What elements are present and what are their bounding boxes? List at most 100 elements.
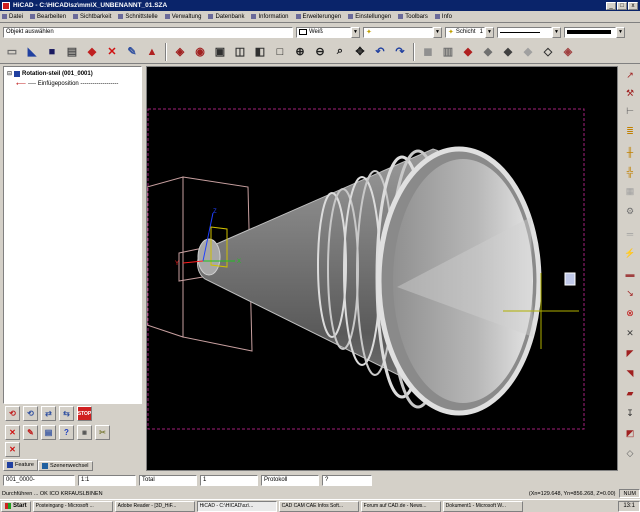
menu-datenbank[interactable]: Datenbank <box>208 14 244 20</box>
part-icon[interactable]: ◆ <box>83 43 101 61</box>
query-field[interactable]: ? <box>322 474 372 486</box>
feature-list-icon[interactable]: ▤ <box>41 425 56 440</box>
tool-pipe-icon[interactable]: ═ <box>622 226 638 241</box>
tool-rotate-icon[interactable]: ◇ <box>622 446 638 461</box>
tool-bar-icon[interactable]: ▬ <box>622 266 638 281</box>
maximize-button[interactable]: □ <box>617 1 627 10</box>
start-button[interactable]: Start <box>1 500 31 512</box>
tool-shape-icon[interactable]: ◤ <box>622 346 638 361</box>
feature-move-icon[interactable]: ⇄ <box>41 406 56 421</box>
expand-icon[interactable]: ⊟ <box>7 70 12 77</box>
menu-sichtbarkeit[interactable]: Sichtbarkeit <box>73 14 111 20</box>
menu-bearbeiten[interactable]: Bearbeiten <box>30 14 66 20</box>
open-icon[interactable]: ◣ <box>23 43 41 61</box>
menu-verwaltung[interactable]: Verwaltung <box>164 14 201 20</box>
part-field[interactable]: 001_0000- <box>3 474 75 486</box>
cube-red-icon[interactable]: ◆ <box>459 43 477 61</box>
view-3d-icon[interactable]: ◈ <box>171 43 189 61</box>
help-icon[interactable]: ? <box>59 425 74 440</box>
tool-measure-icon[interactable]: ⊢ <box>622 104 638 119</box>
view-top-icon[interactable]: ◫ <box>231 43 249 61</box>
menu-datei[interactable]: Datei <box>2 14 23 20</box>
menu-toolbars[interactable]: Toolbars <box>398 14 428 20</box>
solid-icon[interactable]: ▲ <box>143 43 161 61</box>
feature-list-delete-icon[interactable]: ✕ <box>5 442 20 457</box>
scale-field[interactable]: 1:1 <box>78 474 136 486</box>
feature-red-icon[interactable]: ⟲ <box>5 406 20 421</box>
cube-gray-icon[interactable]: ◆ <box>479 43 497 61</box>
tool-weld-icon[interactable]: ⚡ <box>622 246 638 261</box>
tool-profile-icon[interactable]: ◥ <box>622 366 638 381</box>
stop-icon[interactable]: STOP <box>77 406 92 421</box>
cube-dark-icon[interactable]: ◆ <box>499 43 517 61</box>
layer-dropdown[interactable]: ✦ Schicht 1 ▼ <box>445 26 494 38</box>
tool-bend-icon[interactable]: ↘ <box>622 286 638 301</box>
new-icon[interactable]: ▭ <box>3 43 21 61</box>
tool-arrow-icon[interactable]: ↧ <box>622 406 638 421</box>
task-word[interactable]: Dokument1 - Microsoft W... <box>442 500 523 512</box>
menu-erweiterungen[interactable]: Erweiterungen <box>295 14 341 20</box>
feature-doc-icon[interactable]: ▦ <box>77 425 92 440</box>
task-adobe-reader[interactable]: Adobe Reader - [3D_HiF... <box>114 500 195 512</box>
menu-einstellungen[interactable]: Einstellungen <box>348 14 391 20</box>
tool-target-icon[interactable]: ⊗ <box>622 306 638 321</box>
linetype-dropdown[interactable]: ▼ <box>497 26 561 38</box>
zoom-out-icon[interactable]: ⊖ <box>311 43 329 61</box>
tab-szenenwechsel[interactable]: Szenenwechsel <box>37 461 93 471</box>
tool-grid-icon[interactable]: ╬ <box>622 164 638 179</box>
delete-icon[interactable]: ✕ <box>103 43 121 61</box>
menu-info[interactable]: Info <box>434 14 452 20</box>
pan-icon[interactable]: ✥ <box>351 43 369 61</box>
viewport-canvas[interactable]: X Z Y <box>147 67 618 471</box>
mode-field[interactable]: Total <box>139 474 197 486</box>
task-cad-forum[interactable]: Forum auf CAD.de - News... <box>360 500 441 512</box>
view-side-icon[interactable]: ◧ <box>251 43 269 61</box>
menu-information[interactable]: Information <box>251 14 289 20</box>
save-icon[interactable]: ■ <box>43 43 61 61</box>
redo-icon[interactable]: ↷ <box>391 43 409 61</box>
shade-icon[interactable]: ◼ <box>419 43 437 61</box>
tools-icon[interactable]: ✂ <box>95 425 110 440</box>
feature-copy-icon[interactable]: ⇆ <box>59 406 74 421</box>
tool-gears-icon[interactable]: ⚙ <box>622 204 638 219</box>
window-icon[interactable]: □ <box>271 43 289 61</box>
tool-rails-icon[interactable]: ╫ <box>622 144 638 159</box>
view-render-icon[interactable]: ◉ <box>191 43 209 61</box>
undo-icon[interactable]: ↶ <box>371 43 389 61</box>
cube-wire-icon[interactable]: ◇ <box>539 43 557 61</box>
linewidth-dropdown[interactable]: ▼ <box>564 26 625 38</box>
hidden-line-icon[interactable]: ▥ <box>439 43 457 61</box>
zoom-window-icon[interactable]: ⌕ <box>331 43 349 61</box>
feature-blue-icon[interactable]: ⟲ <box>23 406 38 421</box>
counter-field[interactable]: 1 <box>200 474 258 486</box>
task-hicad[interactable]: HiCAD - C:\HICAD\sz\... <box>196 500 277 512</box>
task-outlook[interactable]: Posteingang - Microsoft ... <box>32 500 113 512</box>
tree-child-insert-position[interactable]: ⟵ ---- Einfügeposition -----------------… <box>16 80 118 88</box>
feature-delete-icon[interactable]: ✕ <box>5 425 20 440</box>
menu-schnittstelle[interactable]: Schnittstelle <box>118 14 158 20</box>
tab-feature[interactable]: Feature <box>3 459 38 471</box>
task-cad-cam-infos[interactable]: CAD CAM CAE Infos Soft... <box>278 500 359 512</box>
edit-icon[interactable]: ✎ <box>123 43 141 61</box>
view-front-icon[interactable]: ▣ <box>211 43 229 61</box>
tool-plate-icon[interactable]: ▰ <box>622 386 638 401</box>
tool-wrench-icon[interactable]: ✕ <box>622 326 638 341</box>
color-dropdown[interactable]: Weiß ▼ <box>296 26 360 38</box>
tool-cut-icon[interactable]: ◩ <box>622 426 638 441</box>
cube-edges-icon[interactable]: ◈ <box>559 43 577 61</box>
cad-viewport[interactable]: X Z Y <box>146 66 618 471</box>
light-dropdown[interactable]: ✦ ▼ <box>363 26 442 38</box>
tool-stairs-icon[interactable]: ≣ <box>622 124 638 139</box>
tool-hammer-icon[interactable]: ⚒ <box>622 86 638 101</box>
feature-edit-icon[interactable]: ✎ <box>23 425 38 440</box>
protocol-field[interactable]: Protokoll <box>261 474 319 486</box>
prompt-field[interactable]: Objekt auswählen <box>3 26 293 38</box>
cube-light-icon[interactable]: ◆ <box>519 43 537 61</box>
tool-select-icon[interactable]: ↗ <box>622 68 638 83</box>
close-button[interactable]: x <box>628 1 638 10</box>
zoom-in-icon[interactable]: ⊕ <box>291 43 309 61</box>
print-icon[interactable]: ▤ <box>63 43 81 61</box>
minimize-button[interactable]: _ <box>606 1 616 10</box>
tree-root[interactable]: ⊟ Rotation-steil (001_0001) <box>7 70 93 77</box>
tool-cube-icon[interactable]: ▦ <box>622 184 638 199</box>
